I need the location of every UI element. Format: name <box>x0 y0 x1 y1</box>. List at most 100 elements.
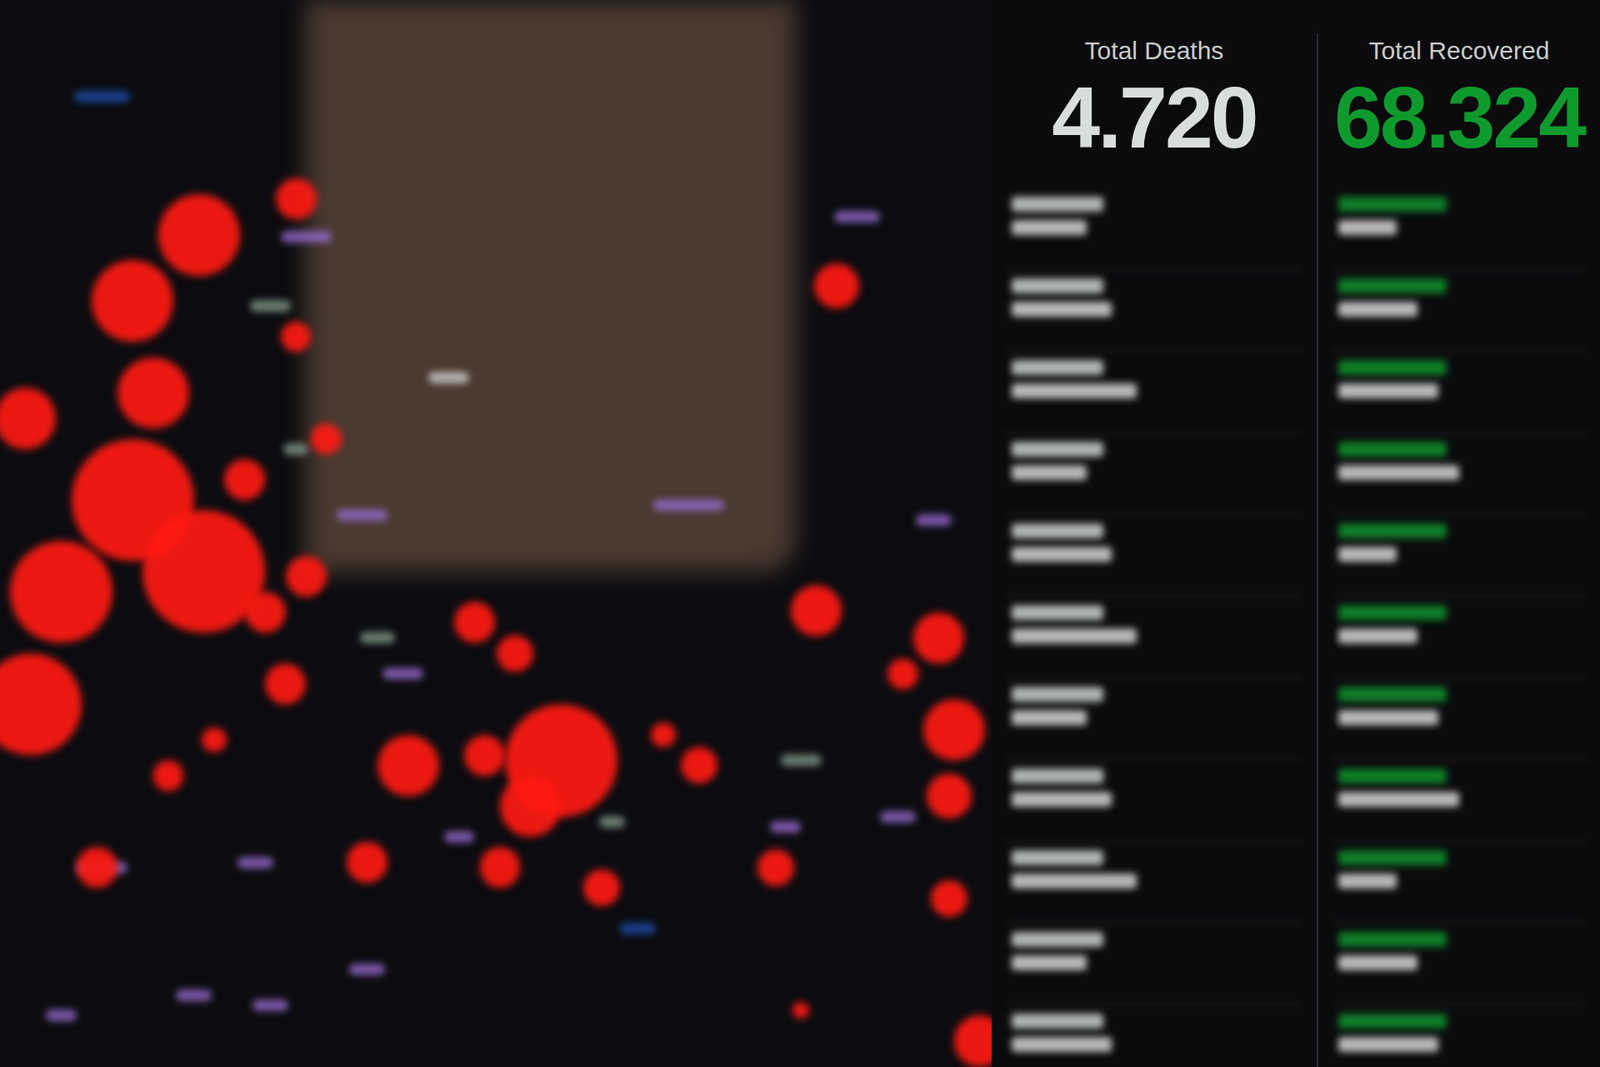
map-label <box>360 631 396 644</box>
row-place <box>1011 383 1137 399</box>
map-pin[interactable] <box>583 869 620 906</box>
map-pin[interactable] <box>117 357 190 430</box>
row-count <box>1011 605 1104 620</box>
map-label <box>280 230 332 243</box>
map-pin[interactable] <box>926 773 972 819</box>
row-count <box>1011 931 1104 947</box>
map-label <box>45 1009 77 1021</box>
row-place <box>1338 546 1397 562</box>
stats-column: Total Recovered68.324 <box>1316 33 1600 1067</box>
row-count <box>1011 441 1104 457</box>
map-label <box>915 514 952 526</box>
map-label <box>770 820 801 833</box>
stats-row <box>1005 678 1304 760</box>
stats-total: 68.324 <box>1331 68 1587 189</box>
row-count <box>1338 441 1447 457</box>
map-pin[interactable] <box>792 1001 810 1019</box>
map-pin[interactable] <box>377 735 439 796</box>
row-place <box>1338 710 1439 725</box>
map-pin[interactable] <box>954 1015 992 1066</box>
stats-row <box>1331 188 1587 270</box>
row-place <box>1338 465 1460 480</box>
map-label <box>880 810 916 823</box>
stats-row <box>1331 351 1587 434</box>
row-count <box>1338 850 1447 865</box>
row-count <box>1011 523 1104 539</box>
row-place <box>1011 791 1112 807</box>
map-region <box>305 0 796 572</box>
row-place <box>1011 873 1137 889</box>
row-place <box>1011 628 1137 644</box>
dashboard: Total Deaths4.720Total Recovered68.324 <box>0 0 1600 1067</box>
map-pin[interactable] <box>275 178 317 220</box>
stats-row <box>1331 678 1587 760</box>
map[interactable] <box>0 0 992 1067</box>
row-count <box>1011 768 1104 784</box>
map-pin[interactable] <box>930 880 968 917</box>
row-place <box>1338 628 1418 644</box>
stats-row <box>1005 760 1304 842</box>
stats-column: Total Deaths4.720 <box>991 33 1317 1067</box>
map-label <box>237 856 274 869</box>
stats-row <box>1005 841 1304 924</box>
row-place <box>1011 546 1112 562</box>
map-pin[interactable] <box>480 846 521 888</box>
map-pin[interactable] <box>265 663 306 705</box>
map-pin[interactable] <box>245 591 286 633</box>
row-place <box>1338 383 1439 399</box>
map-pin[interactable] <box>0 387 56 449</box>
stats-row <box>1005 433 1304 515</box>
row-place <box>1011 220 1087 235</box>
stats-title: Total Recovered <box>1331 33 1587 69</box>
map-pin[interactable] <box>923 699 985 760</box>
row-place <box>1338 955 1418 970</box>
stats-row <box>1005 923 1304 1005</box>
map-pin[interactable] <box>224 459 265 500</box>
row-place <box>1338 791 1460 807</box>
map-label <box>252 999 289 1011</box>
row-count <box>1338 931 1447 947</box>
row-count <box>1011 850 1104 865</box>
row-count <box>1011 360 1104 375</box>
map-pin[interactable] <box>500 775 561 837</box>
row-count <box>1011 1013 1104 1029</box>
stats-row <box>1005 1005 1304 1067</box>
map-pin[interactable] <box>913 612 965 664</box>
map-pin[interactable] <box>76 846 118 888</box>
stats-row <box>1005 188 1304 270</box>
map-pin[interactable] <box>153 760 185 791</box>
row-place <box>1011 710 1087 725</box>
stats-row <box>1005 596 1304 679</box>
row-count <box>1011 278 1104 294</box>
row-place <box>1338 873 1397 889</box>
map-pin[interactable] <box>10 540 112 643</box>
row-count <box>1338 523 1447 539</box>
map-pin[interactable] <box>454 601 495 643</box>
map-label <box>74 90 130 103</box>
stats-row <box>1331 923 1587 1005</box>
stats-panels: Total Deaths4.720Total Recovered68.324 <box>991 0 1600 1067</box>
stats-total: 4.720 <box>1005 68 1304 189</box>
map-pin[interactable] <box>158 194 240 276</box>
row-count <box>1338 768 1447 784</box>
stats-row <box>1005 515 1304 597</box>
map-pin[interactable] <box>887 658 919 690</box>
map-label <box>653 499 725 511</box>
map-pin[interactable] <box>496 635 534 672</box>
map-pin[interactable] <box>91 260 174 342</box>
row-place <box>1338 220 1397 235</box>
map-pin[interactable] <box>680 746 718 784</box>
stats-row <box>1331 596 1587 679</box>
map-label <box>444 830 475 843</box>
map-pin[interactable] <box>757 849 795 886</box>
map-pin[interactable] <box>0 653 82 755</box>
map-pin[interactable] <box>814 263 860 309</box>
map-pin[interactable] <box>285 555 327 597</box>
map-label <box>283 443 310 455</box>
map-pin[interactable] <box>346 841 388 883</box>
map-pin[interactable] <box>650 722 675 747</box>
map-pin[interactable] <box>790 585 842 636</box>
map-pin[interactable] <box>464 735 505 776</box>
map-pin[interactable] <box>201 727 226 752</box>
map-pin[interactable] <box>310 423 342 455</box>
